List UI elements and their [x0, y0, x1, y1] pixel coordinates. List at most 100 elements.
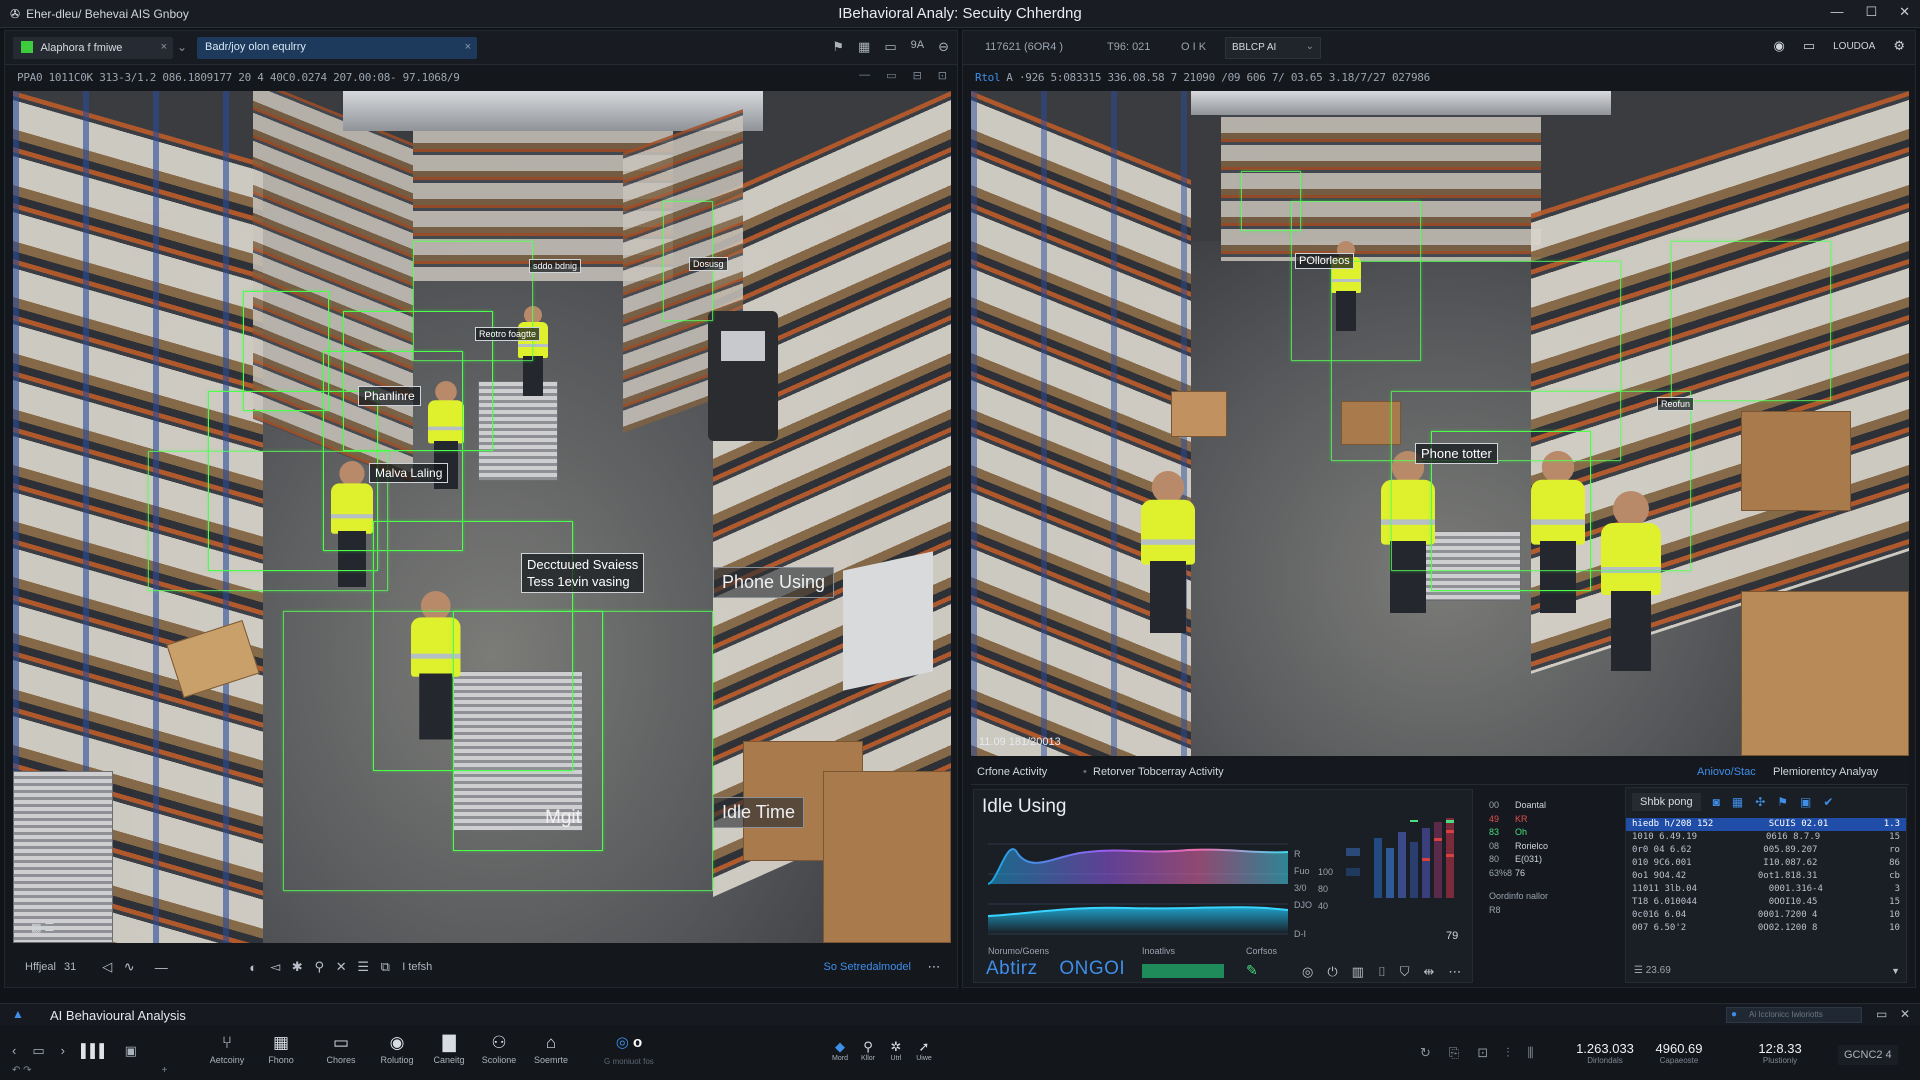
small-button-utrl[interactable]: ✲ Utrl	[884, 1039, 908, 1062]
taskbar-button-routing[interactable]: ◉ Rolutiog	[372, 1033, 422, 1065]
behavior-label: Malva Laling	[369, 463, 449, 483]
table-row[interactable]: 010 9C6.001 I10.087.62 86	[1626, 857, 1906, 870]
settings-link[interactable]: So Setredalmodel	[824, 961, 911, 973]
table-row[interactable]: 0r0 04 6.62 005.89.207 ro	[1626, 844, 1906, 857]
shield-icon[interactable]: ⛉	[1400, 964, 1410, 980]
close-tab-icon[interactable]: ×	[465, 41, 471, 53]
bracket-icon[interactable]: ⌷	[1378, 964, 1386, 980]
system-tag[interactable]: GCNC2 4	[1838, 1045, 1898, 1065]
camera-icon[interactable]: ◙	[1713, 795, 1720, 809]
signal-icon[interactable]: ⫼	[1527, 1045, 1533, 1061]
scroll-down-icon[interactable]: ▼	[1891, 966, 1900, 976]
grid-icon[interactable]: ▦	[858, 39, 870, 55]
table-row[interactable]: 0o1 9O4.42 0ot1.818.31 cb	[1626, 870, 1906, 883]
tab-camera-2[interactable]: Badr/joy olon equlrry ×	[197, 37, 477, 59]
tab-analysis-status[interactable]: Aniovo/Stac	[1697, 766, 1756, 778]
settings-icon[interactable]: ✱	[286, 959, 308, 975]
close-tab-icon[interactable]: ×	[161, 41, 167, 53]
table-row[interactable]: 0c016 6.04 0001.7200 4 10	[1626, 909, 1906, 922]
split-view-icon[interactable]: ⊟	[913, 69, 922, 82]
flag-icon[interactable]: ⚑	[1777, 795, 1788, 809]
chevron-down-icon[interactable]: ⌄	[177, 40, 187, 54]
table-row[interactable]: 11011 3lb.04 0001.316-4 3	[1626, 883, 1906, 896]
dash-icon[interactable]: —	[150, 960, 172, 975]
window-view-icon[interactable]: ▭	[886, 69, 896, 82]
rewind-icon[interactable]: ◁	[96, 959, 118, 975]
person-icon: ◆	[835, 1039, 845, 1054]
volume-icon[interactable]: ◅	[264, 959, 286, 975]
pen-icon[interactable]: ✎	[1246, 962, 1258, 979]
taskbar-button-activity[interactable]: ⑂ Aetcoiny	[202, 1033, 252, 1065]
waveform-icon[interactable]: ∿	[118, 959, 140, 975]
tab-analysis[interactable]: Plemiorentcy Analyay	[1773, 766, 1878, 778]
sliders-icon[interactable]: ⫶	[1506, 1045, 1509, 1061]
refresh-icon[interactable]: ↻	[1420, 1045, 1431, 1061]
taskbar-button-solutions[interactable]: ⚇ Scolione	[474, 1033, 524, 1065]
model-dropdown[interactable]: BBLCP AI ⌄	[1225, 37, 1321, 59]
minimize-panel-icon[interactable]: ▭	[1876, 1007, 1887, 1021]
list-icon[interactable]: ☰	[352, 959, 374, 975]
puzzle-icon[interactable]: ✣	[1755, 795, 1765, 809]
more-icon[interactable]: ⋯	[923, 959, 945, 975]
minimize-view-icon[interactable]: —	[859, 69, 870, 82]
gear-icon[interactable]: ⚙	[1893, 38, 1905, 54]
expand-icon[interactable]: ⇹	[1424, 964, 1435, 980]
taskbar-button-sormte[interactable]: ⌂ Soemrte	[526, 1033, 576, 1065]
table-title[interactable]: Shbk pong	[1632, 793, 1701, 811]
power-icon[interactable]: ⏻	[1327, 964, 1337, 980]
right-tab-info-3[interactable]: O I K	[1181, 41, 1206, 53]
tab-camera-1[interactable]: Alaphora f fmiwe ×	[13, 37, 173, 59]
close-icon[interactable]: ✕	[1899, 4, 1910, 20]
taskbar-button-phone[interactable]: ▦ Fhono	[256, 1033, 306, 1065]
record-icon[interactable]: ⊡	[1477, 1045, 1488, 1061]
more-icon[interactable]: ⋯	[1448, 964, 1461, 980]
add-icon[interactable]: +	[162, 1065, 168, 1076]
idle-chart	[988, 843, 1288, 935]
small-button-mord[interactable]: ◆ Mord	[828, 1039, 852, 1062]
undo-icon[interactable]: ↶ ↷	[12, 1065, 32, 1076]
small-button-kllor[interactable]: ⚲ Kllor	[856, 1039, 880, 1062]
monitor-toggle[interactable]: ◎ o G moniuot fos	[604, 1033, 654, 1066]
camera-feed-right[interactable]: POllorleos Phone totter Reofun 11.09 181…	[971, 91, 1909, 756]
bar-chart-icon[interactable]: ▌▌▌	[81, 1043, 109, 1059]
tab-activity-2[interactable]: Retorver Tobcerray Activity	[1093, 766, 1224, 778]
camera-feed-left[interactable]: Phanlinre Malva Laling Reotro foagtte sd…	[13, 91, 951, 943]
status-search[interactable]: ● Ai Icclonicc Iwloriotts	[1726, 1007, 1862, 1023]
close-icon[interactable]: ✕	[330, 959, 352, 975]
taskbar-button-canting[interactable]: ▇ Caneitg	[424, 1033, 474, 1065]
fullscreen-icon[interactable]: ⊡	[938, 69, 947, 82]
marker-icon[interactable]: ⚲	[308, 959, 330, 975]
panel-icon[interactable]: ▣	[125, 1043, 137, 1059]
taskbar-button-chores[interactable]: ▭ Chores	[316, 1033, 366, 1065]
maximize-icon[interactable]: ☐	[1865, 4, 1877, 20]
tab-phone-activity[interactable]: Crfone Activity	[977, 766, 1047, 778]
pin-icon[interactable]: ⚑	[832, 39, 844, 55]
doc-icon[interactable]: ⎘	[1449, 1045, 1459, 1061]
close-panel-icon[interactable]: ✕	[1900, 1007, 1910, 1021]
window-icon[interactable]: ▭	[32, 1043, 44, 1059]
table-row[interactable]: 1010 6.49.19 0616 8.7.9 15	[1626, 831, 1906, 844]
layout-icon[interactable]: ⧉	[374, 959, 396, 975]
columns-icon[interactable]: ▥	[1352, 964, 1364, 980]
table-row[interactable]: 007 6.50'2 0O02.1200 8 10	[1626, 922, 1906, 935]
back-icon[interactable]: ‹	[12, 1043, 16, 1059]
target-icon[interactable]: ◎	[1302, 964, 1313, 980]
chart-value-79: 79	[1446, 930, 1459, 942]
cup-icon: ▇	[442, 1033, 456, 1052]
table-row[interactable]: T18 6.010044 0OOI10.45 15	[1626, 896, 1906, 909]
minimize-icon[interactable]: —	[1830, 4, 1843, 20]
camera-icon[interactable]: ◉	[1773, 38, 1784, 54]
heatmap-bars	[1346, 818, 1454, 898]
monitor-icon[interactable]: ▭	[884, 39, 896, 55]
user-label[interactable]: LOUDOA	[1833, 41, 1875, 52]
lock-icon[interactable]: ⊖	[938, 39, 949, 55]
grid-icon[interactable]: ▦	[1732, 795, 1743, 809]
small-button-uiwe[interactable]: ➚ Uiwe	[912, 1039, 936, 1062]
check-icon[interactable]: ✔	[1823, 795, 1833, 809]
forward-icon[interactable]: ›	[61, 1043, 65, 1059]
record-icon[interactable]: ◐	[242, 960, 264, 975]
save-icon[interactable]: ▣	[1800, 795, 1811, 809]
display-icon[interactable]: ▭	[1803, 38, 1815, 54]
zoom-level[interactable]: 9A	[911, 39, 924, 55]
table-row[interactable]: hiedb h/208 152 SCUIS 02.01 1.3	[1626, 818, 1906, 831]
